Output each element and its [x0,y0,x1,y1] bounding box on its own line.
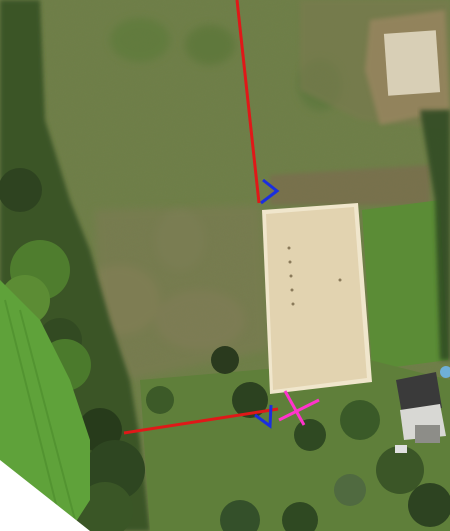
riding-arena [266,207,367,390]
map-view[interactable] [0,0,450,531]
right-paddock [362,200,448,370]
square-pad [383,30,441,96]
aerial-map-canvas[interactable] [0,0,450,531]
